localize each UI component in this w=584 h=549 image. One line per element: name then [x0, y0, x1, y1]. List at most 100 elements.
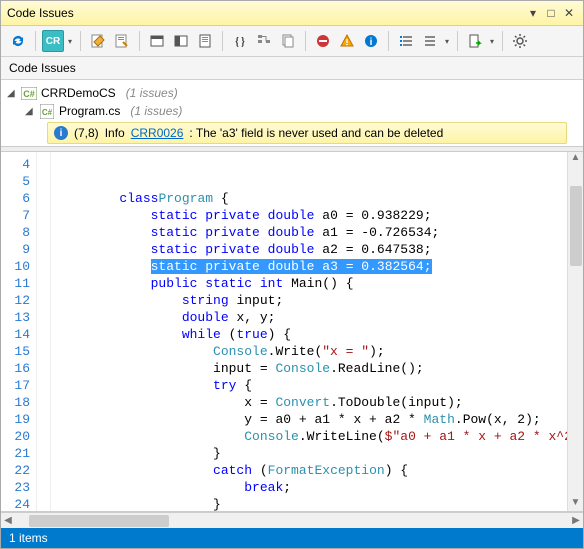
line-number: 19: [1, 411, 30, 428]
line-number: 17: [1, 377, 30, 394]
line-number: 12: [1, 292, 30, 309]
line-number: 14: [1, 326, 30, 343]
line-number: 20: [1, 428, 30, 445]
export-dropdown[interactable]: ▾: [488, 37, 496, 46]
layout-window-button[interactable]: [146, 30, 168, 52]
code-line[interactable]: x = Convert.ToDouble(input);: [57, 394, 561, 411]
copy-button[interactable]: [277, 30, 299, 52]
line-number: 23: [1, 479, 30, 496]
error-filter-button[interactable]: [312, 30, 334, 52]
issue-location: (7,8): [74, 126, 99, 140]
issue-code-link[interactable]: CRR0026: [131, 126, 184, 140]
csharp-project-icon: C#: [21, 85, 37, 101]
svg-text:i: i: [370, 37, 373, 48]
code-line[interactable]: y = a0 + a1 * x + a2 * Math.Pow(x, 2);: [57, 411, 561, 428]
scroll-thumb[interactable]: [29, 515, 169, 527]
list-plain-button[interactable]: [419, 30, 441, 52]
line-number: 7: [1, 207, 30, 224]
svg-text:C#: C#: [23, 89, 35, 99]
code-line[interactable]: }: [57, 496, 561, 511]
expand-icon[interactable]: ◢: [25, 106, 35, 117]
save-button[interactable]: [111, 30, 133, 52]
line-number: 13: [1, 309, 30, 326]
horizontal-scrollbar[interactable]: ◀ ▶: [1, 512, 583, 528]
code-line[interactable]: }: [57, 445, 561, 462]
code-line[interactable]: static private double a1 = -0.726534;: [57, 224, 561, 241]
line-number: 6: [1, 190, 30, 207]
line-number: 24: [1, 496, 30, 512]
issue-severity: Info: [105, 126, 125, 140]
line-number: 15: [1, 343, 30, 360]
edit-doc-button[interactable]: [87, 30, 109, 52]
code-line[interactable]: static private double a0 = 0.938229;: [57, 207, 561, 224]
layout-doc-button[interactable]: [194, 30, 216, 52]
scroll-up-icon[interactable]: ▲: [571, 152, 581, 166]
line-number: 10: [1, 258, 30, 275]
code-line[interactable]: double x, y;: [57, 309, 561, 326]
code-editor[interactable]: 45678910111213141516171819202122232425 c…: [1, 152, 583, 512]
panel-label: Code Issues: [1, 57, 583, 80]
layout-split-button[interactable]: [170, 30, 192, 52]
code-line[interactable]: break;: [57, 479, 561, 496]
info-icon: i: [54, 126, 68, 140]
code-line[interactable]: static private double a2 = 0.647538;: [57, 241, 561, 258]
code-line[interactable]: public static int Main() {: [57, 275, 561, 292]
file-name: Program.cs: [59, 104, 120, 118]
braces-button[interactable]: {}: [229, 30, 251, 52]
scroll-down-icon[interactable]: ▼: [571, 497, 581, 511]
code-line[interactable]: string input;: [57, 292, 561, 309]
code-line[interactable]: Console.WriteLine($"a0 + a1 * x + a2 * x…: [57, 428, 561, 445]
marker-margin: [37, 152, 51, 511]
coderush-button[interactable]: CR: [42, 30, 64, 52]
dropdown-icon[interactable]: ▾: [525, 5, 541, 21]
issue-row[interactable]: i (7,8) Info CRR0026 : The 'a3' field is…: [47, 122, 567, 144]
issues-tree: ◢ C# CRRDemoCS (1 issues) ◢ C# Program.c…: [1, 80, 583, 144]
close-icon[interactable]: ✕: [561, 5, 577, 21]
maximize-icon[interactable]: □: [543, 5, 559, 21]
code-line[interactable]: Console.Write("x = ");: [57, 343, 561, 360]
file-issue-count: (1 issues): [130, 104, 182, 118]
line-number: 4: [1, 156, 30, 173]
project-name: CRRDemoCS: [41, 86, 116, 100]
code-line[interactable]: while (true) {: [57, 326, 561, 343]
export-button[interactable]: [464, 30, 486, 52]
line-number: 16: [1, 360, 30, 377]
line-number: 18: [1, 394, 30, 411]
svg-text:C#: C#: [42, 108, 53, 117]
line-number: 21: [1, 445, 30, 462]
refresh-button[interactable]: [7, 30, 29, 52]
code-line[interactable]: catch (FormatException) {: [57, 462, 561, 479]
scroll-right-icon[interactable]: ▶: [569, 515, 583, 526]
coderush-dropdown[interactable]: ▾: [66, 37, 74, 46]
window-title: Code Issues: [7, 6, 523, 20]
scroll-thumb[interactable]: [570, 186, 582, 266]
vertical-scrollbar[interactable]: ▲ ▼: [567, 152, 583, 511]
code-line[interactable]: static private double a3 = 0.382564;: [57, 258, 561, 275]
code-content[interactable]: classProgram { static private double a0 …: [51, 152, 567, 511]
code-line[interactable]: try {: [57, 377, 561, 394]
code-line[interactable]: classProgram {: [57, 190, 561, 207]
line-number: 8: [1, 224, 30, 241]
csharp-file-icon: C#: [39, 103, 55, 119]
code-line[interactable]: input = Console.ReadLine();: [57, 360, 561, 377]
tree-file-row[interactable]: ◢ C# Program.cs (1 issues): [7, 102, 577, 120]
tree-structure-button[interactable]: [253, 30, 275, 52]
info-filter-button[interactable]: i: [360, 30, 382, 52]
toolbar: CR▾ {} i ▾ ▾: [1, 26, 583, 57]
list-lines-button[interactable]: [395, 30, 417, 52]
tree-project-row[interactable]: ◢ C# CRRDemoCS (1 issues): [7, 84, 577, 102]
line-number: 22: [1, 462, 30, 479]
project-issue-count: (1 issues): [126, 86, 178, 100]
line-number: 5: [1, 173, 30, 190]
warning-filter-button[interactable]: [336, 30, 358, 52]
line-number: 11: [1, 275, 30, 292]
scroll-left-icon[interactable]: ◀: [1, 515, 15, 526]
line-number: 9: [1, 241, 30, 258]
expand-icon[interactable]: ◢: [7, 88, 17, 99]
list-dropdown[interactable]: ▾: [443, 37, 451, 46]
line-number-gutter: 45678910111213141516171819202122232425: [1, 152, 37, 511]
settings-button[interactable]: [509, 30, 531, 52]
title-bar: Code Issues ▾ □ ✕: [1, 1, 583, 26]
issue-message: : The 'a3' field is never used and can b…: [189, 126, 443, 140]
status-bar: 1 items: [1, 528, 583, 548]
